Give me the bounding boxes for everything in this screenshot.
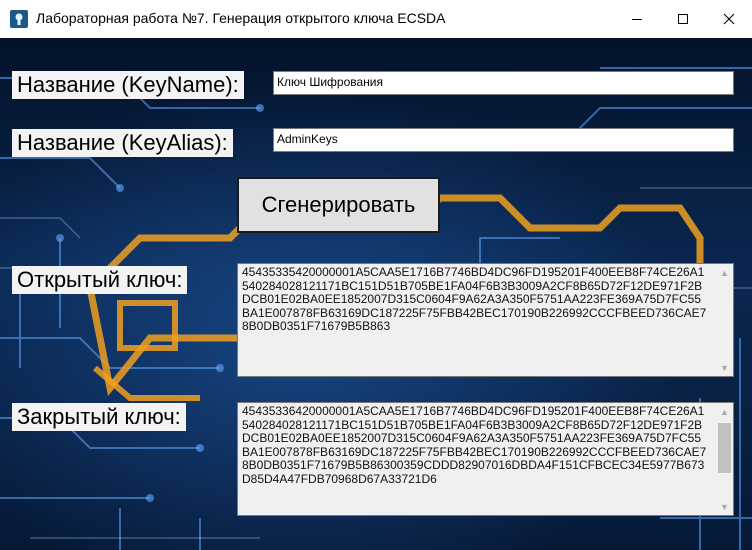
public-key-textarea[interactable]: 45435335420000001A5CAA5E1716B7746BD4DC96… (237, 263, 734, 377)
scrollbar-thumb[interactable] (718, 423, 731, 473)
maximize-button[interactable] (660, 0, 706, 38)
private-key-text: 45435336420000001A5CAA5E1716B7746BD4DC96… (242, 404, 707, 486)
minimize-icon (632, 19, 642, 20)
key-alias-input[interactable]: AdminKeys (273, 128, 734, 152)
generate-button[interactable]: Сгенерировать (237, 177, 440, 233)
public-key-scrollbar[interactable]: ▲ ▼ (716, 264, 733, 376)
title-bar: Лабораторная работа №7. Генерация открыт… (0, 0, 752, 38)
private-key-label: Закрытый ключ: (12, 403, 186, 431)
close-button[interactable] (706, 0, 752, 38)
key-name-input[interactable]: Ключ Шифрования (273, 71, 734, 95)
minimize-button[interactable] (614, 0, 660, 38)
public-key-text: 45435335420000001A5CAA5E1716B7746BD4DC96… (242, 265, 707, 334)
scroll-down-arrow-icon[interactable]: ▼ (716, 359, 733, 376)
key-name-label: Название (KeyName): (12, 71, 244, 99)
window-title: Лабораторная работа №7. Генерация открыт… (36, 10, 446, 26)
key-alias-label: Название (KeyAlias): (12, 129, 233, 157)
close-icon (723, 13, 735, 25)
private-key-textarea[interactable]: 45435336420000001A5CAA5E1716B7746BD4DC96… (237, 402, 734, 516)
scroll-down-arrow-icon[interactable]: ▼ (716, 498, 733, 515)
public-key-label: Открытый ключ: (12, 266, 188, 294)
form-client-area: Название (KeyName): Ключ Шифрования Назв… (0, 38, 752, 550)
scroll-up-arrow-icon[interactable]: ▲ (716, 403, 733, 420)
scroll-up-arrow-icon[interactable]: ▲ (716, 264, 733, 281)
private-key-scrollbar[interactable]: ▲ ▼ (716, 403, 733, 515)
keyhole-lock-icon (10, 10, 28, 28)
maximize-icon (678, 14, 688, 24)
